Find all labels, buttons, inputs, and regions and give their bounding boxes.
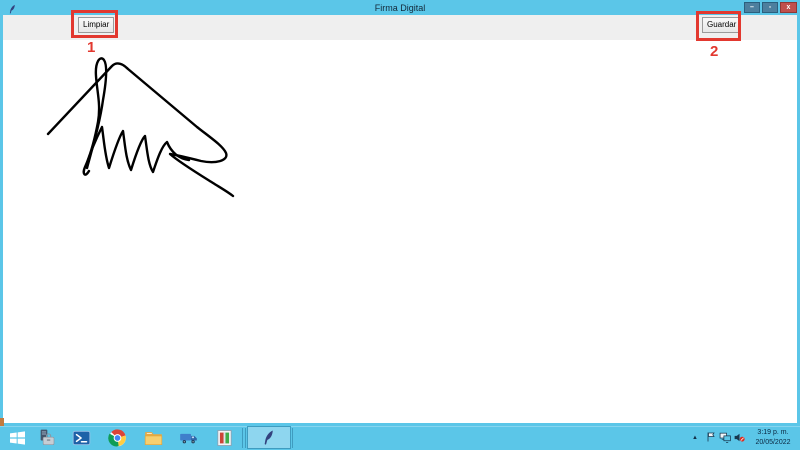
title-bar: Firma Digital – ▫ x (0, 0, 800, 15)
taskbar-separator (292, 428, 293, 448)
toolbar-strip (3, 15, 797, 40)
annotation-number-1: 1 (87, 40, 95, 56)
annotation-number-2: 2 (710, 44, 718, 60)
google-chrome-icon[interactable] (107, 428, 128, 448)
volume-muted-icon[interactable] (733, 431, 746, 444)
close-button[interactable]: x (780, 2, 797, 13)
taskbar-separator (242, 428, 243, 448)
taskbar-separator (245, 428, 246, 448)
network-icon[interactable] (719, 431, 732, 444)
annotation-box-1 (71, 10, 118, 38)
server-manager-icon[interactable] (36, 428, 57, 448)
minimize-button[interactable]: – (744, 2, 760, 13)
start-button[interactable] (7, 428, 28, 448)
desktop-wallpaper-sliver (0, 418, 4, 426)
powershell-icon[interactable] (71, 428, 92, 448)
signature-canvas[interactable] (3, 40, 797, 423)
clock-date: 20/05/2022 (748, 438, 798, 448)
file-explorer-icon[interactable] (143, 428, 164, 448)
active-task-python-app[interactable] (247, 426, 291, 449)
colored-panes-app-icon[interactable] (214, 428, 235, 448)
annotation-box-2 (696, 11, 741, 41)
action-center-flag-icon[interactable] (705, 430, 717, 444)
window-title: Firma Digital (0, 1, 800, 15)
show-hidden-icons-button[interactable]: ▲ (692, 434, 698, 442)
taskbar-clock[interactable]: 3:19 p. m. 20/05/2022 (748, 428, 798, 448)
clock-time: 3:19 p. m. (748, 428, 798, 438)
maximize-button[interactable]: ▫ (762, 2, 778, 13)
truck-app-icon[interactable] (178, 428, 199, 448)
